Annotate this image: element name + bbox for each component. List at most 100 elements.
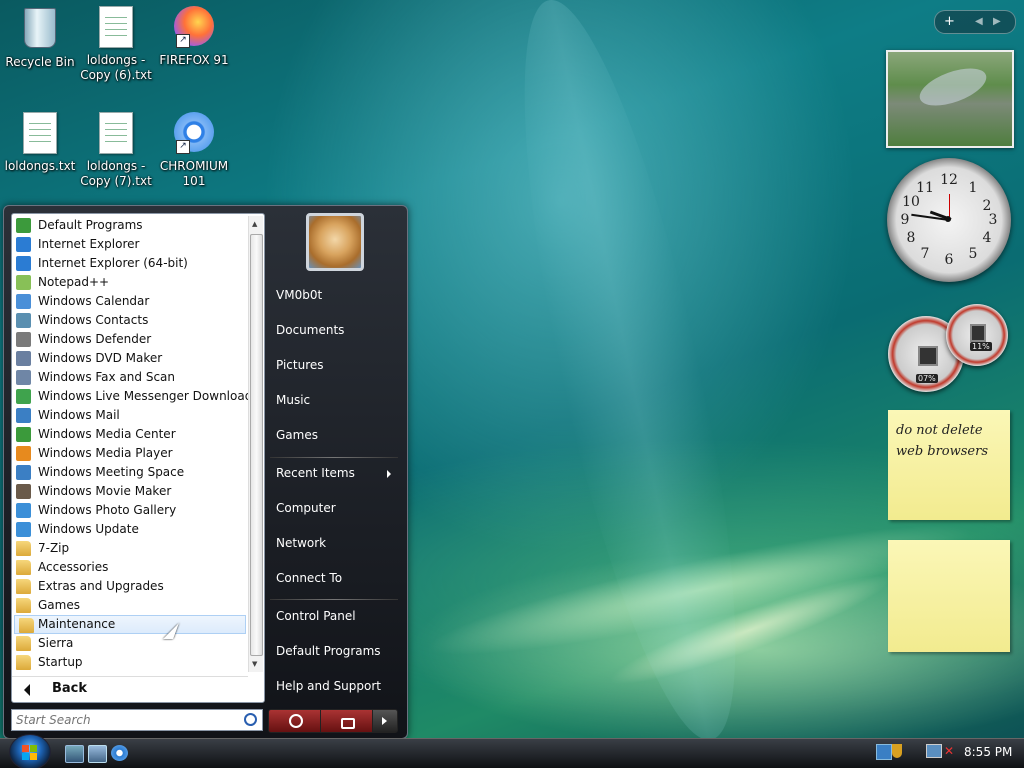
cpu-meter-value: 07%	[916, 374, 938, 383]
show-desktop-icon[interactable]	[65, 745, 84, 763]
program-item[interactable]: Windows Fax and Scan	[12, 368, 248, 387]
slideshow-gadget[interactable]	[886, 50, 1014, 148]
scroll-down-icon[interactable]: ▼	[252, 660, 257, 668]
program-item[interactable]: Games	[12, 596, 248, 615]
start-link[interactable]: Help and Support	[276, 679, 381, 693]
scrollbar-thumb[interactable]	[250, 234, 263, 656]
clock-number: 8	[906, 230, 916, 246]
lock-button[interactable]	[320, 709, 374, 733]
program-item[interactable]: Windows Update	[12, 520, 248, 539]
memory-meter-value: 11%	[970, 342, 992, 351]
program-icon	[16, 465, 31, 480]
start-link[interactable]: Pictures	[276, 358, 324, 372]
program-label: Windows Fax and Scan	[38, 370, 176, 384]
start-search-box[interactable]	[11, 709, 263, 731]
program-item[interactable]: Startup	[12, 653, 248, 672]
program-icon	[16, 408, 31, 423]
desktop-icon-label: Recycle Bin	[5, 55, 75, 69]
program-label: Windows Defender	[38, 332, 152, 346]
folder-icon	[16, 560, 31, 575]
clock-number: 4	[982, 230, 992, 246]
cpu-chip-icon	[918, 346, 938, 366]
start-menu: Default Programs Internet Explorer Interne…	[3, 205, 408, 739]
sticky-note-2[interactable]	[888, 540, 1010, 652]
switch-windows-icon[interactable]	[88, 745, 107, 763]
add-gadget-icon[interactable]: +	[944, 14, 955, 29]
desktop-icon-label: FIREFOX 91	[159, 53, 229, 67]
display-icon[interactable]	[926, 744, 942, 758]
program-item[interactable]: Notepad++	[12, 273, 248, 292]
program-item[interactable]: Windows Media Center	[12, 425, 248, 444]
all-programs-pane: Default Programs Internet Explorer Interne…	[11, 213, 265, 703]
program-item[interactable]: Internet Explorer	[12, 235, 248, 254]
desktop-icon-txt-copy6[interactable]: loldongs - Copy (6).txt	[76, 4, 156, 83]
desktop-icon-chromium[interactable]: ↗ CHROMIUM 101	[154, 110, 234, 189]
previous-gadget-icon[interactable]: ◀	[975, 16, 983, 27]
start-link[interactable]: Games	[276, 428, 318, 442]
desktop-icon-txt[interactable]: loldongs.txt	[0, 110, 80, 174]
program-item[interactable]: 7-Zip	[12, 539, 248, 558]
desktop-icon-txt-copy7[interactable]: loldongs - Copy (7).txt	[76, 110, 156, 189]
program-item[interactable]: Sierra	[12, 634, 248, 653]
folder-icon	[16, 636, 31, 651]
program-item[interactable]: Windows Media Player	[12, 444, 248, 463]
program-item[interactable]: Windows Photo Gallery	[12, 501, 248, 520]
program-item[interactable]: Windows Calendar	[12, 292, 248, 311]
start-link[interactable]: Recent Items	[276, 466, 355, 480]
start-link[interactable]: Music	[276, 393, 310, 407]
program-label: Notepad++	[38, 275, 110, 289]
start-link[interactable]: Default Programs	[276, 644, 381, 658]
user-avatar[interactable]	[306, 213, 364, 271]
power-icon	[289, 714, 303, 728]
program-icon	[16, 351, 31, 366]
next-gadget-icon[interactable]: ▶	[993, 16, 1001, 27]
chromium-icon: ↗	[172, 112, 216, 156]
desktop-icon-label: loldongs - Copy (7).txt	[80, 159, 152, 188]
security-shield-icon[interactable]	[892, 744, 902, 758]
power-options-button[interactable]	[372, 709, 398, 733]
scroll-up-icon[interactable]: ▲	[252, 220, 257, 228]
power-button[interactable]	[268, 709, 322, 733]
start-button[interactable]	[9, 734, 51, 768]
program-icon	[16, 237, 31, 252]
program-item[interactable]: Default Programs	[12, 216, 248, 235]
network-icon[interactable]	[876, 744, 892, 760]
start-search-input[interactable]	[12, 710, 242, 730]
sticky-note-1[interactable]: do not delete web browsers	[888, 410, 1010, 520]
program-item[interactable]: Windows Movie Maker	[12, 482, 248, 501]
search-icon[interactable]	[244, 713, 257, 726]
program-item[interactable]: Windows DVD Maker	[12, 349, 248, 368]
volume-muted-icon[interactable]: ✕	[944, 744, 958, 758]
desktop: { "desktop_icons": [ {"label": "Recycle …	[0, 0, 1024, 768]
desktop-icon-recycle-bin[interactable]: Recycle Bin	[0, 4, 80, 70]
program-item[interactable]: Maintenance	[14, 615, 246, 634]
firefox-icon: ↗	[172, 6, 216, 50]
start-link[interactable]: Network	[276, 536, 326, 550]
taskbar-clock[interactable]: 8:55 PM	[964, 745, 1012, 759]
back-button[interactable]: Back	[12, 676, 248, 701]
program-item[interactable]: Extras and Upgrades	[12, 577, 248, 596]
program-item[interactable]: Windows Defender	[12, 330, 248, 349]
program-icon	[16, 332, 31, 347]
desktop-icon-firefox[interactable]: ↗ FIREFOX 91	[154, 4, 234, 68]
program-item[interactable]: Windows Live Messenger Download	[12, 387, 252, 406]
program-item[interactable]: Internet Explorer (64-bit)	[12, 254, 248, 273]
program-label: Windows Movie Maker	[38, 484, 172, 498]
program-list-scrollbar[interactable]: ▲ ▼	[248, 216, 263, 672]
program-label: Accessories	[38, 560, 109, 574]
internet-explorer-icon[interactable]	[111, 745, 128, 761]
start-link[interactable]: Connect To	[276, 571, 342, 585]
program-icon	[16, 503, 31, 518]
start-link[interactable]: Computer	[276, 501, 336, 515]
program-item[interactable]: Accessories	[12, 558, 248, 577]
clock-gadget[interactable]: 12 1 2 3 4 5 6 7 8 9 10 11	[887, 158, 1011, 282]
note-line-1: do not delete	[896, 423, 983, 438]
start-link[interactable]: VM0b0t	[276, 288, 322, 302]
start-link[interactable]: Documents	[276, 323, 344, 337]
program-item[interactable]: Windows Meeting Space	[12, 463, 248, 482]
desktop-icon-label: CHROMIUM 101	[159, 159, 229, 188]
program-item[interactable]: Windows Mail	[12, 406, 248, 425]
memory-meter-gadget[interactable]: 11%	[946, 304, 1008, 366]
program-item[interactable]: Windows Contacts	[12, 311, 248, 330]
start-link[interactable]: Control Panel	[276, 609, 356, 623]
